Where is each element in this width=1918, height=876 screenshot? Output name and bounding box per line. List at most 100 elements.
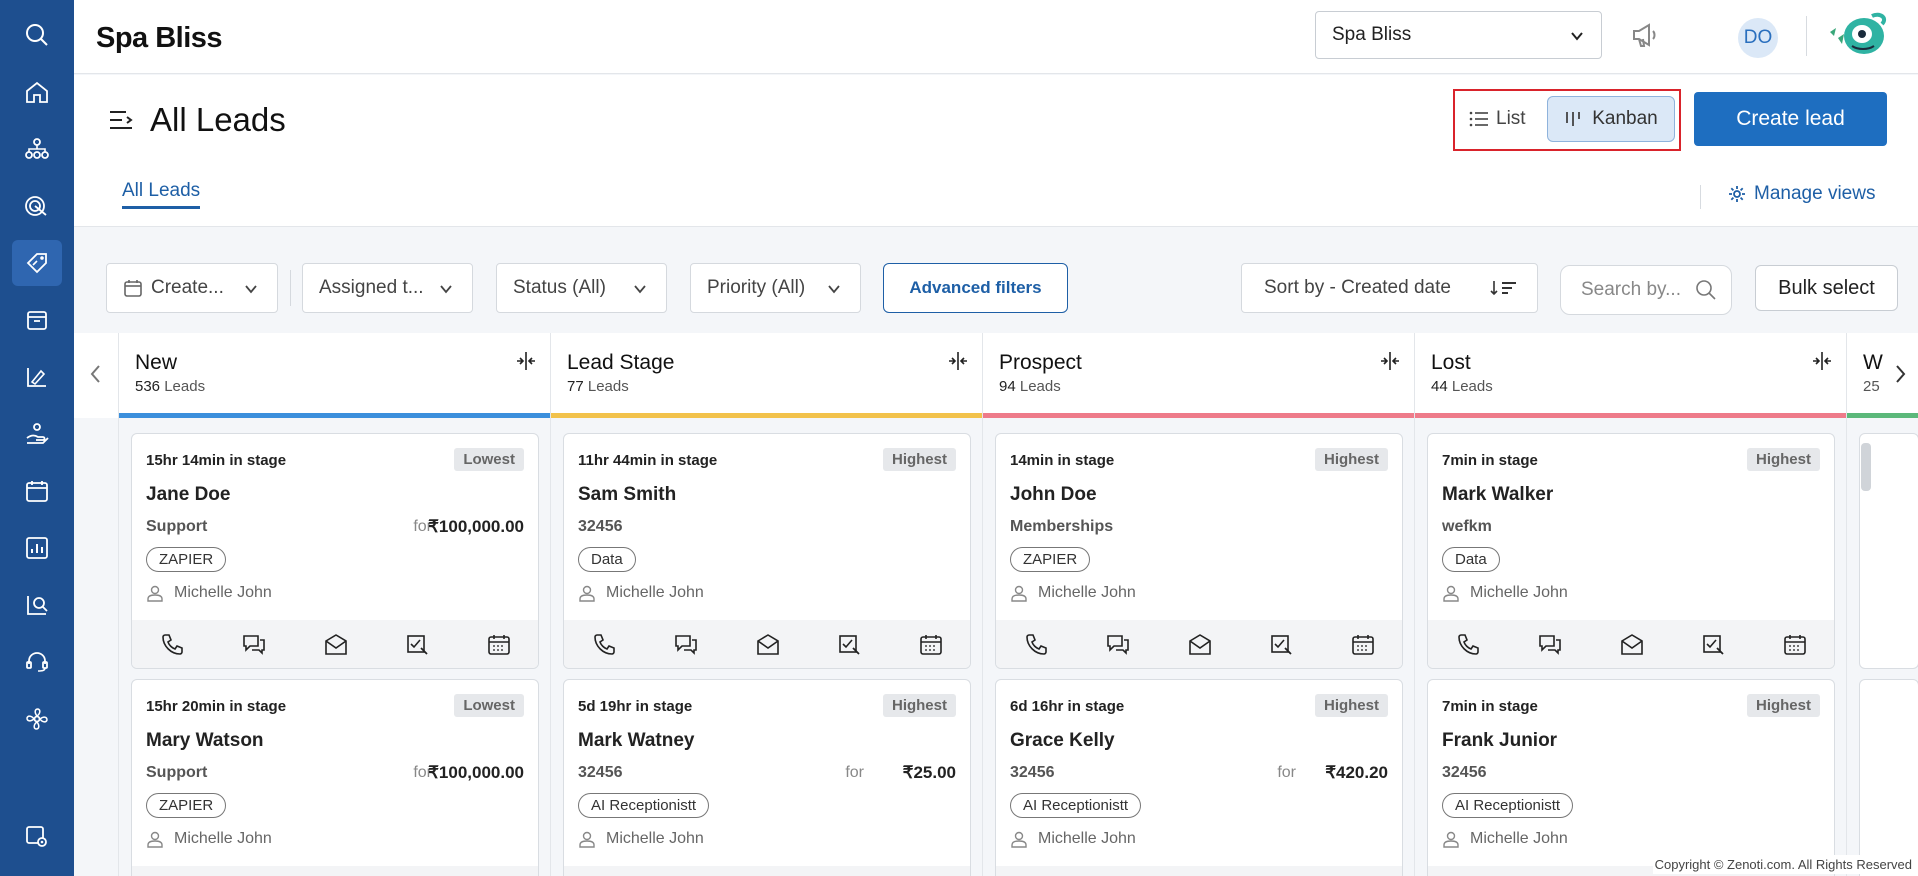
- created-date-filter[interactable]: Create...: [106, 263, 278, 313]
- lead-name[interactable]: Grace Kelly: [1010, 730, 1115, 752]
- email-button[interactable]: [1619, 632, 1645, 658]
- lead-card[interactable]: 7min in stage Highest Frank Junior 32456 AI …: [1427, 679, 1835, 876]
- message-button[interactable]: [1105, 632, 1131, 658]
- email-button[interactable]: [323, 632, 349, 658]
- call-button[interactable]: [1456, 632, 1482, 658]
- sidebar-settings[interactable]: [0, 814, 74, 860]
- peek-scrollbar[interactable]: [1861, 443, 1871, 491]
- collapse-column-button[interactable]: [1379, 351, 1401, 371]
- org-select[interactable]: Spa Bliss: [1315, 11, 1602, 59]
- lead-card[interactable]: 11hr 44min in stage Highest Sam Smith 32456…: [563, 433, 971, 669]
- appointment-button[interactable]: [1350, 632, 1376, 658]
- lead-card[interactable]: 7min in stage Highest Mark Walker wefkm Data…: [1427, 433, 1835, 669]
- message-button[interactable]: [241, 632, 267, 658]
- source-tag: AI Receptionistt: [1010, 793, 1142, 818]
- call-button[interactable]: [1024, 632, 1050, 658]
- owner-name: Michelle John: [1470, 584, 1568, 601]
- appointment-button[interactable]: [486, 632, 512, 658]
- card-actions: [996, 620, 1402, 668]
- card-actions: [132, 866, 538, 876]
- tab-all-leads[interactable]: All Leads: [122, 180, 201, 209]
- lead-name[interactable]: Mark Walker: [1442, 484, 1553, 506]
- search-input[interactable]: [1561, 266, 1693, 314]
- status-filter[interactable]: Status (All): [496, 263, 667, 313]
- user-avatar[interactable]: DO: [1738, 18, 1778, 58]
- column-count: 44 Leads: [1431, 378, 1493, 395]
- owner-name: Michelle John: [1038, 830, 1136, 847]
- page-title: All Leads: [150, 101, 286, 138]
- chevron-left-icon: [90, 365, 100, 383]
- calendar-icon: [1352, 635, 1374, 655]
- source-tag: ZAPIER: [1010, 547, 1091, 572]
- sidebar-integrations[interactable]: [0, 696, 74, 742]
- column-color-bar: [551, 413, 983, 418]
- lead-card[interactable]: 15hr 14min in stage Lowest Jane Doe Support…: [131, 433, 539, 669]
- call-button[interactable]: [160, 632, 186, 658]
- sidebar-reports[interactable]: [0, 525, 74, 571]
- call-button[interactable]: [592, 632, 618, 658]
- email-button[interactable]: [755, 632, 781, 658]
- sidebar-support[interactable]: [0, 639, 74, 685]
- collapse-column-button[interactable]: [515, 351, 537, 371]
- sidebar-leads[interactable]: [0, 240, 74, 286]
- priority-filter[interactable]: Priority (All): [690, 263, 861, 313]
- chat-icon: [1107, 635, 1130, 655]
- chevron-down-icon: [634, 285, 646, 294]
- collapse-column-button[interactable]: [1811, 351, 1833, 371]
- bulk-select-button[interactable]: Bulk select: [1755, 265, 1898, 311]
- manage-views-link[interactable]: Manage views: [1728, 183, 1875, 205]
- sidebar-home[interactable]: [0, 69, 74, 115]
- sort-select[interactable]: Sort by - Created date: [1241, 263, 1538, 313]
- advanced-filters-button[interactable]: Advanced filters: [883, 263, 1068, 313]
- lead-amount: ₹25.00: [902, 763, 956, 782]
- announcement-button[interactable]: [1630, 20, 1660, 50]
- lead-amount: ₹420.20: [1325, 763, 1388, 782]
- collapse-column-button[interactable]: [947, 351, 969, 371]
- chat-icon: [243, 635, 266, 655]
- email-button[interactable]: [1187, 632, 1213, 658]
- sidebar-appointments[interactable]: [0, 468, 74, 514]
- lead-name[interactable]: Frank Junior: [1442, 730, 1557, 752]
- scroll-left-button[interactable]: [88, 363, 104, 385]
- assigned-to-filter[interactable]: Assigned t...: [302, 263, 473, 313]
- column-name: Lost: [1431, 351, 1471, 374]
- list-view-button[interactable]: List: [1468, 97, 1526, 141]
- lead-name[interactable]: Mark Watney: [578, 730, 695, 752]
- lead-card[interactable]: 15hr 20min in stage Lowest Mary Watson Supp…: [131, 679, 539, 876]
- user-icon: [579, 585, 595, 602]
- sidebar: [0, 0, 74, 876]
- task-button[interactable]: [837, 632, 863, 658]
- message-button[interactable]: [1537, 632, 1563, 658]
- message-button[interactable]: [673, 632, 699, 658]
- scroll-right-button[interactable]: [1892, 363, 1908, 385]
- appointment-button[interactable]: [918, 632, 944, 658]
- lead-card[interactable]: 14min in stage Highest John Doe Memberships…: [995, 433, 1403, 669]
- sidebar-organization[interactable]: [0, 126, 74, 172]
- priority-badge: Lowest: [454, 448, 524, 471]
- sidebar-reports-edit[interactable]: [0, 354, 74, 400]
- task-button[interactable]: [1269, 632, 1295, 658]
- lead-card[interactable]: 5d 19hr in stage Highest Mark Watney 32456 f…: [563, 679, 971, 876]
- kanban-board: New 536 Leads 15hr 14min in stage Lowest Jan…: [74, 333, 1918, 876]
- chat-icon: [1539, 635, 1562, 655]
- sidebar-inventory[interactable]: [0, 297, 74, 343]
- kanban-view-button[interactable]: Kanban: [1547, 96, 1675, 142]
- task-button[interactable]: [405, 632, 431, 658]
- create-lead-button[interactable]: Create lead: [1694, 92, 1887, 146]
- task-button[interactable]: [1701, 632, 1727, 658]
- lead-name[interactable]: Sam Smith: [578, 484, 676, 506]
- sidebar-services[interactable]: [0, 411, 74, 457]
- sidebar-marketing[interactable]: [0, 183, 74, 229]
- mascot-logo[interactable]: [1824, 10, 1896, 62]
- lead-card[interactable]: 6d 16hr in stage Highest Grace Kelly 32456 f…: [995, 679, 1403, 876]
- sidebar-search[interactable]: [0, 12, 74, 58]
- header-divider: [1806, 16, 1807, 56]
- lead-name[interactable]: Jane Doe: [146, 484, 230, 506]
- column-3: Lost 44 Leads 7min in stage Highest Mark Wal…: [1414, 333, 1847, 876]
- card-actions: [132, 620, 538, 668]
- lead-name[interactable]: John Doe: [1010, 484, 1097, 506]
- lead-name[interactable]: Mary Watson: [146, 730, 264, 752]
- sidebar-analytics[interactable]: [0, 582, 74, 628]
- menu-toggle-button[interactable]: [108, 107, 134, 133]
- appointment-button[interactable]: [1782, 632, 1808, 658]
